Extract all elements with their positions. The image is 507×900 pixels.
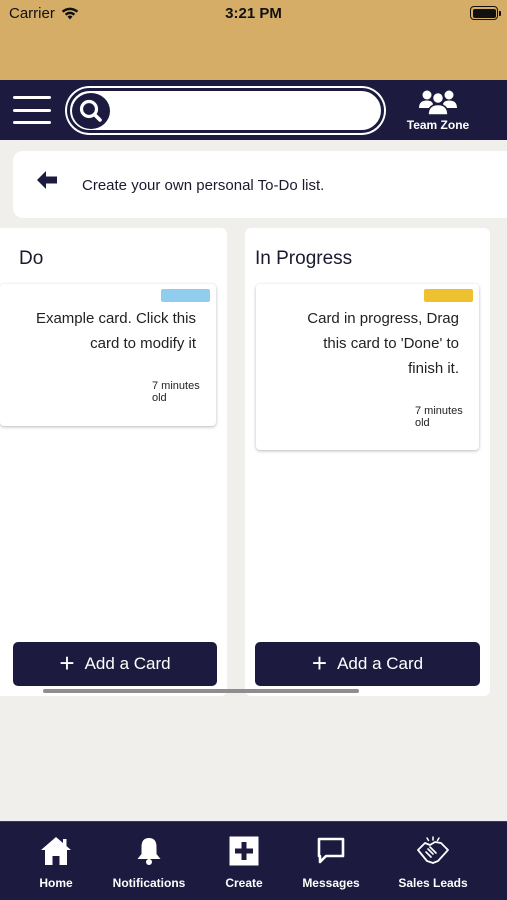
nav-messages[interactable]: Messages [281,834,381,894]
nav-home[interactable]: Home [6,834,106,894]
nav-label: Create [225,876,263,890]
card-age: 7 minutes old [415,405,463,429]
handshake-icon [417,836,449,864]
plus-icon: + [59,647,75,678]
bottom-nav: Home Notifications Create Messages Sales… [0,821,507,900]
add-card-label: Add a Card [337,654,424,673]
card-text: Card in progress, Drag this card to 'Don… [307,310,459,377]
nav-label: Home [39,876,73,890]
card-label-tag [424,289,473,302]
status-bar: Carrier 3:21 PM [0,0,507,80]
nav-notifications[interactable]: Notifications [99,834,199,894]
plus-square-icon [229,836,259,866]
column-todo: Do Example card. Click this card to modi… [0,228,227,696]
home-icon [41,837,71,865]
card-age: 7 minutes old [152,380,200,404]
horizontal-scrollbar[interactable] [43,689,359,693]
card-example[interactable]: Example card. Click this card to modify … [0,284,216,426]
card-label-tag [161,289,210,302]
battery-icon [470,6,501,20]
team-zone-button[interactable]: Team Zone [398,88,478,136]
card-text: Example card. Click this card to modify … [35,310,196,352]
nav-label: Notifications [112,876,186,890]
search-bar[interactable] [67,88,384,133]
column-title: In Progress [255,248,353,269]
bell-icon [137,838,161,865]
nav-label: Sales Leads [398,876,468,890]
add-card-button[interactable]: + Add a Card [255,642,480,686]
info-banner: Create your own personal To-Do list. [13,151,507,218]
hamburger-menu-icon[interactable] [13,96,51,124]
chat-icon [317,837,345,864]
search-input[interactable] [114,95,374,127]
plus-icon: + [311,647,328,678]
team-zone-label: Team Zone [406,118,470,132]
add-card-label: Add a Card [84,654,171,673]
nav-label: Messages [302,876,360,890]
info-text: Create your own personal To-Do list. [82,177,325,194]
card-in-progress[interactable]: Card in progress, Drag this card to 'Don… [256,284,479,450]
team-icon [419,90,457,116]
app-header: Team Zone [0,80,507,140]
add-card-button[interactable]: + Add a Card [13,642,217,686]
nav-sales-leads[interactable]: Sales Leads [383,834,483,894]
column-in-progress: In Progress Card in progress, Drag this … [245,228,490,696]
search-icon[interactable] [72,93,110,129]
nav-create[interactable]: Create [194,834,294,894]
status-time: 3:21 PM [225,5,282,22]
back-arrow-icon[interactable] [36,170,58,190]
column-title: Do [19,248,44,269]
